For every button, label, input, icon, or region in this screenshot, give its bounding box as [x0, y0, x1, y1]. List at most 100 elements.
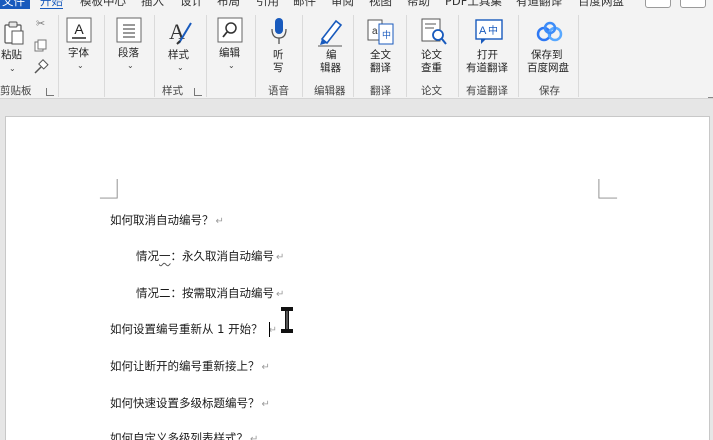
tab-layout[interactable]: 布局: [217, 0, 240, 9]
editor-group-label: 编辑器: [314, 85, 346, 97]
youdao-label-bottom: 有道翻译: [466, 62, 508, 74]
paragraph-label: 段落: [118, 47, 139, 59]
format-painter-icon[interactable]: [33, 59, 49, 75]
clipboard-launcher-icon[interactable]: [46, 88, 54, 96]
divider: [255, 15, 256, 97]
search-icon: [217, 17, 243, 43]
tab-review[interactable]: 审阅: [331, 0, 354, 9]
paragraph-heading[interactable]: 如何快速设置多级标题编号？ ↵: [110, 395, 270, 411]
divider: [58, 15, 59, 97]
tab-help[interactable]: 帮助: [407, 0, 430, 9]
divider: [406, 15, 407, 97]
paragraph-chevron-icon: ⌄: [127, 61, 134, 70]
paste-chevron-icon[interactable]: ⌄: [9, 64, 16, 73]
paragraph-mark: ↵: [250, 434, 259, 440]
svg-text:A: A: [169, 19, 185, 44]
styles-group-label: 样式: [162, 85, 183, 97]
paragraph-mark: ↵: [215, 216, 224, 227]
svg-text:a: a: [372, 26, 378, 37]
font-icon: A: [66, 17, 92, 43]
document-page[interactable]: [5, 116, 710, 440]
tab-pdf-tools[interactable]: PDF工具集: [445, 0, 502, 9]
spelling-squiggle: 一: [159, 249, 171, 263]
paper-group-label: 论文: [421, 85, 442, 97]
paper-check-label-bottom: 查重: [421, 62, 442, 74]
paste-icon: [4, 21, 24, 45]
translate-label-bottom: 翻译: [370, 62, 391, 74]
save-group-label: 保存: [539, 85, 560, 97]
editor-label-bottom: 辑器: [320, 62, 341, 74]
svg-text:中: 中: [382, 29, 391, 41]
dictate-label-bottom: 写: [273, 62, 284, 74]
clipboard-group-label: 剪贴板: [0, 85, 32, 97]
comments-button[interactable]: [645, 0, 671, 8]
translate-icon: a 中: [367, 19, 394, 45]
baidu-netdisk-icon: [536, 21, 563, 42]
styles-chevron-icon: ⌄: [177, 63, 184, 72]
paper-check-label-top: 论文: [421, 49, 442, 61]
ribbon: 粘贴 ⌄ ✂ 剪贴板 A 字体 ⌄ 段落 ⌄ A 样式 ⌄ 样式 编辑 ⌄ 听 …: [0, 9, 713, 99]
paragraph-subitem[interactable]: 情况一：永久取消自动编号 ↵: [136, 248, 284, 264]
tab-mailings[interactable]: 邮件: [293, 0, 316, 9]
paragraph-heading[interactable]: 如何取消自动编号？ ↵: [110, 212, 224, 228]
editing-chevron-icon: ⌄: [228, 61, 235, 70]
divider: [302, 15, 303, 97]
divider: [206, 15, 207, 97]
youdao-label-top: 打开: [477, 49, 498, 61]
styles-label: 样式: [168, 49, 189, 61]
editing-label: 编辑: [219, 47, 240, 59]
paper-check-icon: [421, 18, 447, 45]
editor-label-top: 编: [326, 49, 337, 61]
translate-group-label: 翻译: [370, 85, 391, 97]
tab-file[interactable]: 文件: [0, 0, 30, 9]
paragraph-mark: ↵: [276, 289, 285, 300]
svg-text:A: A: [74, 21, 84, 37]
translate-label-top: 全文: [370, 49, 391, 61]
voice-group-label: 语音: [268, 85, 289, 97]
paragraph-mark: ↵: [276, 252, 285, 263]
paragraph-mark: ↵: [261, 399, 270, 410]
tab-templates[interactable]: 模板中心: [80, 0, 126, 9]
divider: [154, 15, 155, 97]
youdao-translate-icon: A 中: [475, 19, 503, 44]
text-caret: [269, 322, 270, 337]
crop-mark-left: [99, 179, 118, 199]
divider: [518, 15, 519, 97]
share-button[interactable]: [680, 0, 706, 8]
ribbon-tabs: 文件 开始 模板中心 插入 设计 布局 引用 邮件 审阅 视图 帮助 PDF工具…: [0, 0, 713, 9]
tab-youdao-translate[interactable]: 有道翻译: [516, 0, 562, 9]
paragraph-mark: ↵: [261, 362, 270, 373]
paragraph-icon: [116, 17, 142, 43]
styles-icon: A: [169, 19, 192, 45]
ibeam-cursor-icon: [281, 307, 293, 333]
cut-icon[interactable]: ✂: [36, 17, 45, 30]
paragraph-heading[interactable]: 如何让断开的编号重新接上？ ↵: [110, 358, 270, 374]
baidu-label-bottom: 百度网盘: [527, 62, 569, 74]
youdao-group-label: 有道翻译: [466, 85, 508, 97]
svg-text:中: 中: [488, 24, 498, 37]
microphone-icon: [271, 18, 287, 44]
paragraph-subitem[interactable]: 情况二：按需取消自动编号 ↵: [136, 285, 284, 301]
dictate-label-top: 听: [273, 49, 284, 61]
tab-home[interactable]: 开始: [40, 0, 63, 9]
paragraph-heading[interactable]: 如何自定义多级列表样式？ ↵: [110, 430, 258, 440]
font-label: 字体: [68, 47, 89, 59]
tab-view[interactable]: 视图: [369, 0, 392, 9]
svg-text:A: A: [479, 25, 487, 37]
tab-references[interactable]: 引用: [256, 0, 279, 9]
divider: [353, 15, 354, 97]
divider: [104, 15, 105, 97]
editor-pen-icon: [318, 19, 343, 47]
copy-icon[interactable]: [34, 39, 48, 53]
styles-launcher-icon[interactable]: [194, 88, 202, 96]
tab-design[interactable]: 设计: [180, 0, 203, 9]
tab-insert[interactable]: 插入: [141, 0, 164, 9]
paste-label: 粘贴: [1, 49, 22, 61]
tab-baidu-netdisk[interactable]: 百度网盘: [578, 0, 624, 9]
word-window: 文件 开始 模板中心 插入 设计 布局 引用 邮件 审阅 视图 帮助 PDF工具…: [0, 0, 713, 440]
divider: [458, 15, 459, 97]
baidu-label-top: 保存到: [531, 49, 563, 61]
crop-mark-right: [598, 179, 618, 199]
paragraph-heading[interactable]: 如何设置编号重新从 1 开始？ ↵: [110, 321, 277, 337]
divider: [578, 15, 579, 97]
